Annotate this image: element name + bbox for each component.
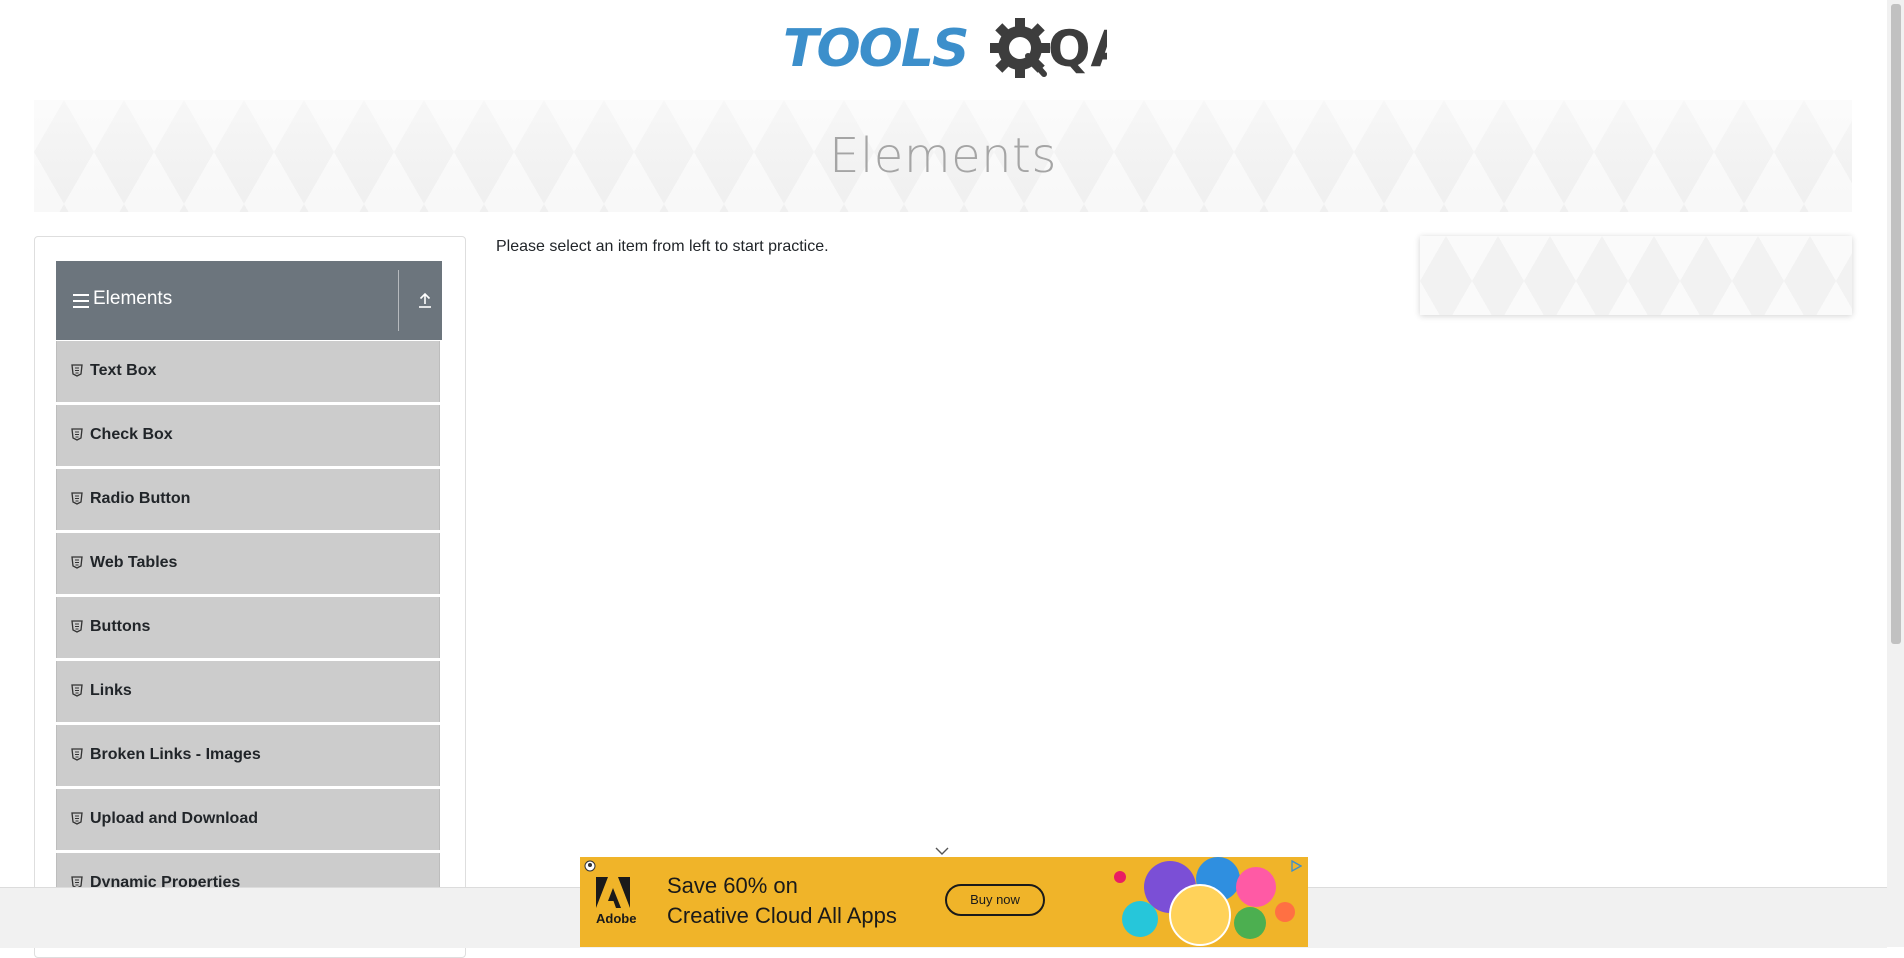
instruction-text: Please select an item from left to start… bbox=[496, 238, 829, 255]
sidebar-item-label: Check Box bbox=[90, 426, 173, 443]
shield-icon bbox=[71, 684, 83, 697]
ad-artwork bbox=[1114, 857, 1295, 946]
scrollbar-thumb[interactable] bbox=[1891, 4, 1901, 644]
element-group-header[interactable]: Elements bbox=[56, 261, 442, 340]
shield-icon bbox=[71, 428, 83, 441]
ad-brand: Adobe bbox=[596, 911, 637, 926]
right-ad-placeholder bbox=[1420, 236, 1852, 315]
logo-text-tools: TOOLS bbox=[783, 19, 967, 79]
sidebar-item-label: Links bbox=[90, 682, 132, 699]
sidebar-item-label: Text Box bbox=[90, 362, 157, 379]
header-divider bbox=[398, 270, 399, 331]
sidebar-item-label: Buttons bbox=[90, 618, 151, 635]
sidebar-item-radio-button[interactable]: Radio Button bbox=[56, 469, 440, 530]
menu-lines-icon bbox=[73, 294, 89, 308]
sidebar-item-label: Radio Button bbox=[90, 490, 191, 507]
adobe-ad-banner[interactable]: Adobe Save 60% on Creative Cloud All App… bbox=[580, 857, 1308, 947]
sidebar-item-links[interactable]: Links bbox=[56, 661, 440, 722]
sidebar-item-web-tables[interactable]: Web Tables bbox=[56, 533, 440, 594]
buy-now-button[interactable]: Buy now bbox=[945, 884, 1045, 916]
ad-headline-line1: Save 60% on bbox=[667, 873, 798, 898]
shield-icon bbox=[71, 812, 83, 825]
sidebar-item-upload-and-download[interactable]: Upload and Download bbox=[56, 789, 440, 850]
sidebar-item-check-box[interactable]: Check Box bbox=[56, 405, 440, 466]
element-group-title: Elements bbox=[93, 288, 173, 309]
shield-icon bbox=[71, 620, 83, 633]
ad-headline-line2: Creative Cloud All Apps bbox=[667, 903, 897, 928]
sidebar-item-label: Upload and Download bbox=[90, 810, 258, 827]
sidebar-item-broken-links-images[interactable]: Broken Links - Images bbox=[56, 725, 440, 786]
shield-icon bbox=[71, 556, 83, 569]
sidebar-item-label: Web Tables bbox=[90, 554, 178, 571]
sidebar-item-buttons[interactable]: Buttons bbox=[56, 597, 440, 658]
page-banner: Elements bbox=[34, 100, 1852, 212]
page-title: Elements bbox=[829, 128, 1057, 184]
logo-text-qa: QA bbox=[1048, 20, 1107, 78]
sidebar-item-label: Broken Links - Images bbox=[90, 746, 261, 763]
adobe-logo-icon bbox=[596, 877, 630, 908]
chevron-down-icon[interactable] bbox=[934, 843, 950, 855]
shield-icon bbox=[71, 492, 83, 505]
gear-icon bbox=[990, 18, 1050, 78]
toolsqa-logo[interactable]: TOOLS QA bbox=[783, 14, 1130, 90]
shield-icon bbox=[71, 364, 83, 377]
collapse-up-icon[interactable] bbox=[417, 291, 433, 309]
shield-icon bbox=[71, 748, 83, 761]
ad-info-icon[interactable] bbox=[584, 860, 596, 872]
sidebar-item-text-box[interactable]: Text Box bbox=[56, 341, 440, 402]
